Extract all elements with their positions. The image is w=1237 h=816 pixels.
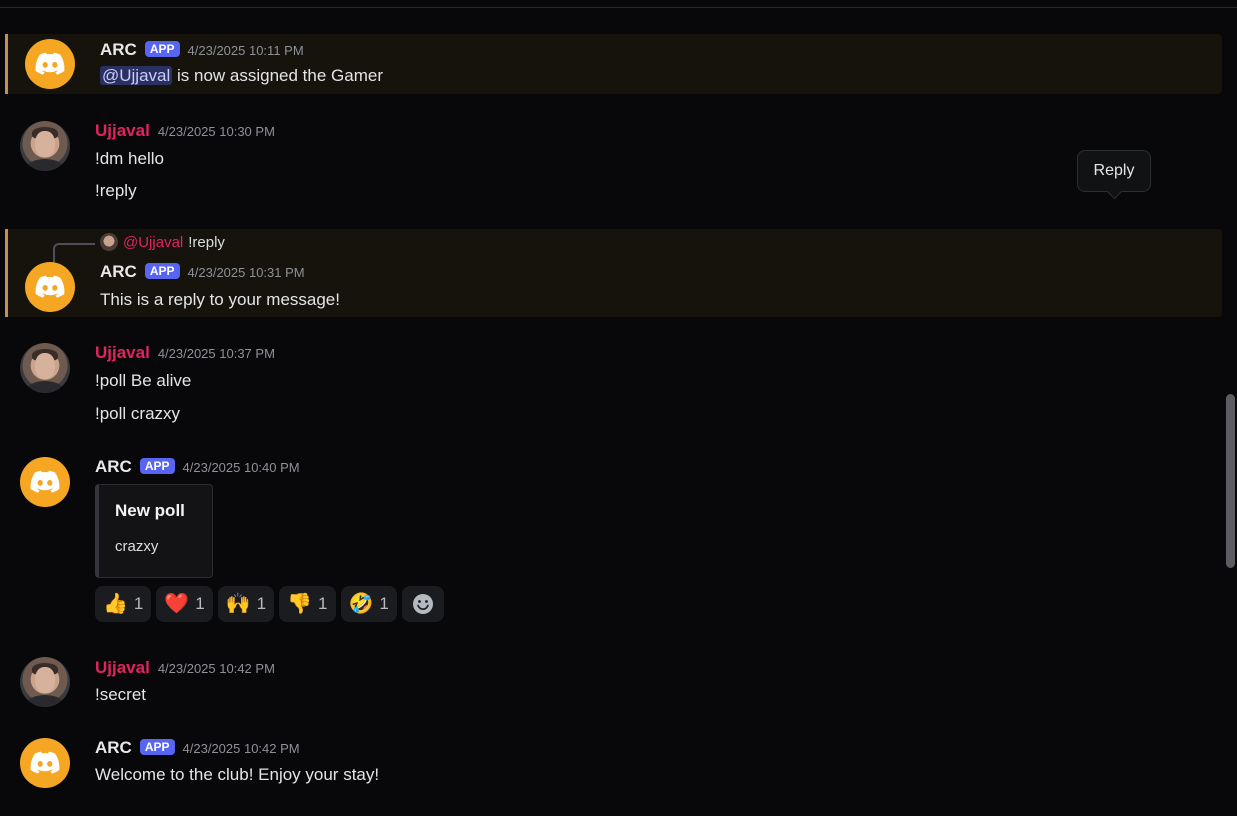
user-avatar[interactable]	[20, 657, 70, 707]
bot-avatar[interactable]	[20, 457, 70, 507]
reply-avatar	[100, 233, 118, 251]
discord-logo-icon	[35, 52, 65, 75]
discord-logo-icon	[30, 751, 60, 774]
channel-header-divider	[0, 7, 1237, 8]
reaction-rofl[interactable]: 🤣 1	[340, 586, 397, 622]
reaction-count: 1	[318, 594, 328, 613]
timestamp[interactable]: 4/23/2025 10:11 PM	[188, 43, 304, 58]
app-badge: APP	[139, 458, 175, 474]
red-heart-icon: ❤️	[164, 593, 190, 615]
message-header: ARC APP 4/23/2025 10:31 PM	[100, 262, 305, 282]
bot-avatar[interactable]	[25, 262, 75, 312]
timestamp[interactable]: 4/23/2025 10:30 PM	[158, 124, 275, 139]
message-header: Ujjaval 4/23/2025 10:30 PM	[95, 121, 275, 141]
author-name[interactable]: Ujjaval	[95, 658, 150, 678]
message-header: ARC APP 4/23/2025 10:40 PM	[95, 457, 300, 477]
message-line: This is a reply to your message!	[100, 290, 340, 309]
reaction-count: 1	[133, 594, 144, 613]
message-bot-reply[interactable]: @Ujjaval !reply ARC APP 4/23/2025 10:31 …	[5, 229, 1222, 317]
message-text: is now assigned the Gamer	[172, 66, 383, 85]
reaction-count: 1	[379, 594, 389, 613]
author-name[interactable]: ARC	[100, 262, 137, 282]
message-line: !reply	[95, 181, 137, 200]
raising-hands-icon: 🙌	[225, 593, 251, 615]
embed-title: New poll	[115, 501, 185, 520]
message-header: ARC APP 4/23/2025 10:42 PM	[95, 738, 300, 758]
timestamp[interactable]: 4/23/2025 10:37 PM	[158, 346, 275, 361]
timestamp[interactable]: 4/23/2025 10:42 PM	[158, 661, 275, 676]
bot-avatar[interactable]	[20, 738, 70, 788]
app-badge: APP	[144, 263, 180, 279]
message-bot-assign-role[interactable]: ARC APP 4/23/2025 10:11 PM @Ujjaval is n…	[5, 34, 1222, 94]
add-reaction-button[interactable]	[401, 586, 444, 622]
author-name[interactable]: Ujjaval	[95, 343, 150, 363]
message-line: !secret	[95, 685, 147, 704]
embed-description: crazxy	[115, 538, 159, 555]
message-line: !poll crazxy	[95, 404, 181, 423]
reaction-count: 1	[195, 594, 205, 613]
rolling-laughing-icon: 🤣	[348, 593, 374, 615]
user-avatar[interactable]	[20, 343, 70, 393]
message-user-poll[interactable]: Ujjaval 4/23/2025 10:37 PM !poll Be aliv…	[0, 337, 1222, 432]
reply-author[interactable]: @Ujjaval	[123, 234, 183, 251]
message-content: @Ujjaval is now assigned the Gamer	[100, 66, 383, 86]
add-reaction-icon	[412, 594, 433, 614]
app-badge: APP	[144, 41, 180, 57]
reply-text[interactable]: !reply	[188, 234, 225, 251]
scrollbar-thumb[interactable]	[1226, 394, 1235, 568]
reply-connector	[53, 243, 95, 265]
app-badge: APP	[139, 739, 175, 755]
timestamp[interactable]: 4/23/2025 10:42 PM	[183, 741, 300, 756]
author-name[interactable]: Ujjaval	[95, 121, 150, 141]
reply-tooltip: Reply	[1077, 150, 1151, 192]
message-line: !dm hello	[95, 149, 164, 168]
reaction-thumbs-up[interactable]: 👍 1	[95, 586, 152, 622]
poll-embed: New poll crazxy	[95, 484, 213, 578]
discord-logo-icon	[30, 470, 60, 493]
message-bot-welcome[interactable]: ARC APP 4/23/2025 10:42 PM Welcome to th…	[0, 738, 1222, 800]
thumbs-up-icon: 👍	[103, 593, 128, 615]
reaction-thumbs-down[interactable]: 👎 1	[279, 586, 336, 622]
discord-logo-icon	[35, 275, 65, 298]
user-mention[interactable]: @Ujjaval	[100, 66, 173, 85]
message-header: Ujjaval 4/23/2025 10:42 PM	[95, 658, 275, 678]
timestamp[interactable]: 4/23/2025 10:40 PM	[183, 460, 300, 475]
reaction-count: 1	[256, 594, 267, 613]
bot-avatar[interactable]	[25, 39, 75, 89]
message-header: Ujjaval 4/23/2025 10:37 PM	[95, 343, 275, 363]
message-bot-poll[interactable]: ARC APP 4/23/2025 10:40 PM New poll craz…	[0, 457, 1222, 637]
author-name[interactable]: ARC	[100, 40, 137, 60]
message-line: Welcome to the club! Enjoy your stay!	[95, 765, 380, 784]
reaction-heart[interactable]: ❤️ 1	[156, 586, 213, 622]
author-name[interactable]: ARC	[95, 738, 132, 758]
timestamp[interactable]: 4/23/2025 10:31 PM	[188, 265, 305, 280]
message-line: !poll Be alive	[95, 371, 192, 390]
message-user-dm[interactable]: Ujjaval 4/23/2025 10:30 PM !dm hello !re…	[0, 115, 1222, 210]
thumbs-down-icon: 👎	[287, 593, 313, 615]
message-user-secret[interactable]: Ujjaval 4/23/2025 10:42 PM !secret	[0, 652, 1222, 714]
replied-message-preview[interactable]: @Ujjaval !reply	[100, 233, 225, 251]
author-name[interactable]: ARC	[95, 457, 132, 477]
reactions-bar: 👍 1 ❤️ 1 🙌 1 👎 1 🤣 1	[95, 586, 444, 622]
message-header: ARC APP 4/23/2025 10:11 PM	[100, 40, 304, 60]
reaction-raising-hands[interactable]: 🙌 1	[217, 586, 275, 622]
user-avatar[interactable]	[20, 121, 70, 171]
